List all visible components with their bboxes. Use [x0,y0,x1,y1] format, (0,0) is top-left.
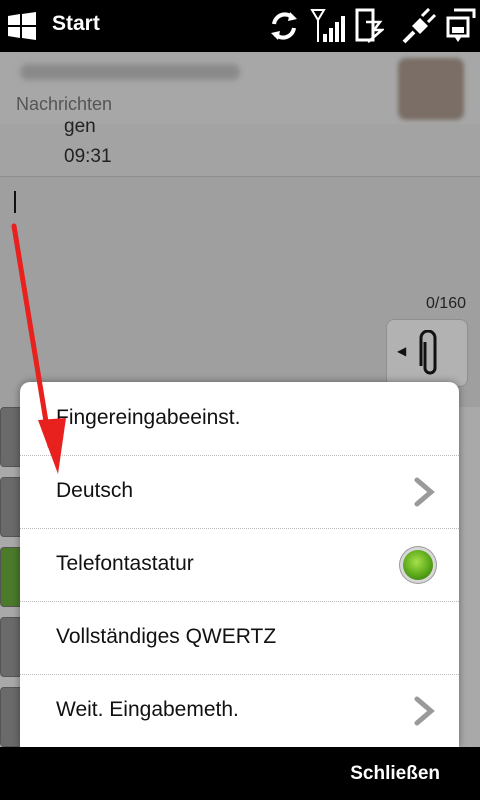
menu-item-label: Deutsch [56,479,134,502]
chevron-right-icon [414,477,435,507]
data-connection-icon [355,8,384,43]
menu-item-phone-keypad[interactable]: Telefontastatur [20,528,459,602]
menu-item-more-input-methods[interactable]: Weit. Eingabemeth. [20,674,459,747]
menu-item-full-qwertz[interactable]: Vollständiges QWERTZ [20,601,459,675]
chevron-right-icon [414,696,435,726]
windows-logo-icon[interactable] [6,11,38,41]
status-bar: Start [0,0,480,52]
input-method-menu: Fingereingabeeinst. Deutsch Telefontasta… [20,382,459,747]
menu-item-german[interactable]: Deutsch [20,455,459,529]
sync-icon [271,12,297,40]
charging-icon [402,8,436,44]
avatar [398,58,464,120]
compose-field[interactable]: 0/160 ◀ [0,177,480,407]
close-button[interactable]: Schließen [350,763,440,785]
selected-radio-icon [403,550,433,580]
paperclip-icon [419,330,437,375]
battery-icon [446,8,476,42]
attach-button[interactable]: ◀ [386,319,468,387]
contact-name-redacted [20,64,240,80]
contact-header[interactable]: Nachrichten [0,52,480,124]
menu-item-label: Weit. Eingabemeth. [56,698,239,721]
menu-item-finger-input-settings[interactable]: Fingereingabeeinst. [20,382,459,456]
char-counter: 0/160 [425,295,466,312]
signal-icon [310,9,345,42]
contact-subtitle: Nachrichten [16,94,113,114]
menu-item-label: Fingereingabeeinst. [56,406,241,429]
softkey-bar: Schließen [0,747,480,800]
app-title[interactable]: Start [52,12,100,36]
text-cursor [14,191,16,213]
expand-arrow-icon: ◀ [397,344,407,358]
menu-item-label: Vollständiges QWERTZ [56,625,277,648]
message-time: 09:31 [64,146,112,167]
menu-item-label: Telefontastatur [56,552,194,575]
message-text: gen [64,116,96,137]
message-history[interactable]: gen 09:31 [0,116,480,177]
